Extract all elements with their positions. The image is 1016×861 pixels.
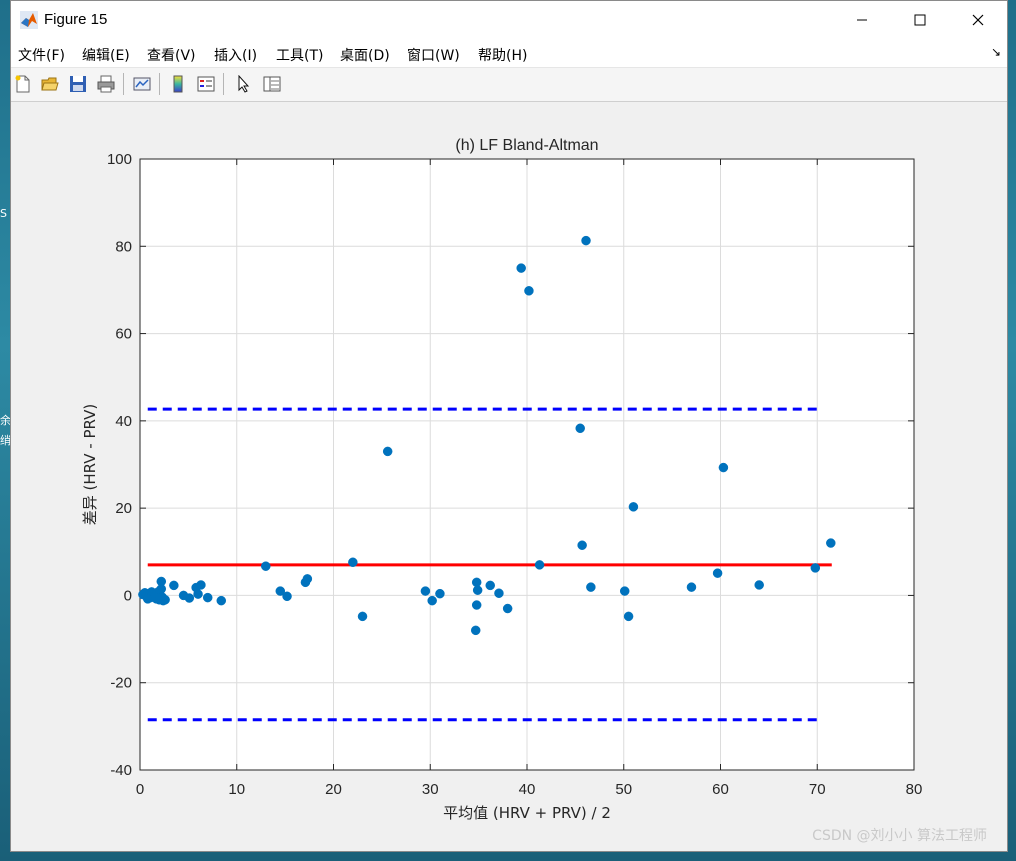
y-tick-label: 80 <box>115 238 132 255</box>
data-point <box>472 585 483 595</box>
menu-edit[interactable]: 编辑(E) <box>82 45 130 65</box>
data-point <box>216 595 227 606</box>
data-point <box>581 235 591 246</box>
data-point <box>718 462 729 473</box>
watermark: CSDN @刘小小 算法工程师 <box>812 828 987 844</box>
menu-help[interactable]: 帮助(H) <box>478 45 527 65</box>
data-point <box>619 586 630 596</box>
data-point <box>202 592 213 603</box>
bland-altman-plot[interactable]: 0 10 20 30 40 50 60 70 80 -40 -20 0 20 40 60 80 100 (h) … <box>11 102 1007 851</box>
data-point <box>712 568 723 578</box>
data-point <box>586 582 596 592</box>
data-point <box>754 580 764 590</box>
data-point <box>471 600 482 610</box>
data-point <box>494 588 504 598</box>
data-point <box>502 603 513 614</box>
data-point <box>534 560 545 570</box>
y-tick-label: 0 <box>124 587 132 604</box>
data-point <box>196 580 206 590</box>
new-figure-icon[interactable] <box>12 73 34 95</box>
data-point <box>810 563 821 573</box>
window-title: Figure 15 <box>44 11 108 28</box>
x-tick-label: 60 <box>712 781 729 798</box>
data-point <box>524 286 534 296</box>
open-file-icon[interactable] <box>39 73 61 95</box>
chart-title: (h) LF Bland-Altman <box>455 137 598 154</box>
data-point <box>382 446 393 457</box>
toolbar-separator <box>223 73 224 95</box>
data-point <box>156 584 167 594</box>
data-point <box>184 593 195 603</box>
menu-tools[interactable]: 工具(T) <box>276 45 323 65</box>
data-point <box>427 595 437 606</box>
data-point <box>470 625 481 636</box>
y-axis-label: 差异 (HRV - PRV) <box>81 404 99 525</box>
data-point <box>623 611 634 622</box>
minimize-button[interactable] <box>833 1 891 39</box>
y-tick-label: 100 <box>107 151 132 168</box>
x-axis-label: 平均值 (HRV + PRV) / 2 <box>443 804 611 822</box>
matlab-logo-icon <box>20 11 38 29</box>
maximize-icon <box>914 14 926 26</box>
data-point <box>435 588 445 599</box>
menu-desktop[interactable]: 桌面(D) <box>340 45 390 65</box>
close-icon <box>972 14 984 26</box>
y-tick-label: 60 <box>115 326 132 343</box>
data-point <box>282 591 292 602</box>
desktop-fragment: S <box>0 207 7 220</box>
close-button[interactable] <box>949 1 1007 39</box>
data-point <box>261 561 271 571</box>
x-tick-label: 50 <box>615 781 632 798</box>
data-point <box>302 574 313 584</box>
data-point <box>357 611 368 622</box>
maximize-button[interactable] <box>891 1 949 39</box>
data-point <box>142 594 153 604</box>
y-tick-label: -20 <box>110 675 132 692</box>
link-plot-icon[interactable] <box>131 73 153 95</box>
data-point <box>686 582 697 592</box>
data-point <box>193 589 203 599</box>
x-tick-label: 10 <box>228 781 245 798</box>
data-point <box>485 580 495 591</box>
save-icon[interactable] <box>67 73 89 95</box>
x-tick-label: 30 <box>422 781 439 798</box>
title-bar[interactable]: Figure 15 <box>11 1 1007 39</box>
figure-window: Figure 15 文件(F) 编辑(E) 查看(V) 插入(I) 工具(T) … <box>10 0 1008 852</box>
menu-insert[interactable]: 插入(I) <box>214 45 257 65</box>
data-point <box>169 580 179 591</box>
y-tick-label: -40 <box>110 762 132 779</box>
minimize-icon <box>857 19 867 21</box>
pointer-icon[interactable] <box>233 73 255 95</box>
data-point <box>160 595 170 605</box>
toolbar-separator <box>123 73 124 95</box>
legend-icon[interactable] <box>195 73 217 95</box>
x-tick-label: 70 <box>809 781 826 798</box>
dock-arrow-icon[interactable]: ↘ <box>991 45 1001 59</box>
x-tick-label: 40 <box>519 781 536 798</box>
figure-canvas: 0 10 20 30 40 50 60 70 80 -40 -20 0 20 40 60 80 100 (h) … <box>11 102 1007 851</box>
menu-window[interactable]: 窗口(W) <box>407 45 460 65</box>
data-point <box>348 557 358 568</box>
menu-bar: 文件(F) 编辑(E) 查看(V) 插入(I) 工具(T) 桌面(D) 窗口(W… <box>11 39 1007 68</box>
x-tick-label: 20 <box>325 781 342 798</box>
data-point <box>575 423 585 434</box>
x-tick-label: 80 <box>906 781 923 798</box>
data-point <box>628 502 639 512</box>
tool-bar <box>11 68 1007 102</box>
menu-view[interactable]: 查看(V) <box>147 45 196 65</box>
data-point <box>826 538 836 548</box>
data-point <box>471 577 482 588</box>
menu-file[interactable]: 文件(F) <box>18 45 65 65</box>
y-tick-label: 40 <box>115 413 132 430</box>
x-tick-label: 0 <box>136 781 144 798</box>
colorbar-icon[interactable] <box>167 73 189 95</box>
y-tick-label: 20 <box>115 500 132 517</box>
data-point <box>516 263 526 273</box>
property-inspector-icon[interactable] <box>261 73 283 95</box>
data-point <box>577 540 587 550</box>
data-point <box>420 586 431 596</box>
print-icon[interactable] <box>95 73 117 95</box>
toolbar-separator <box>159 73 160 95</box>
